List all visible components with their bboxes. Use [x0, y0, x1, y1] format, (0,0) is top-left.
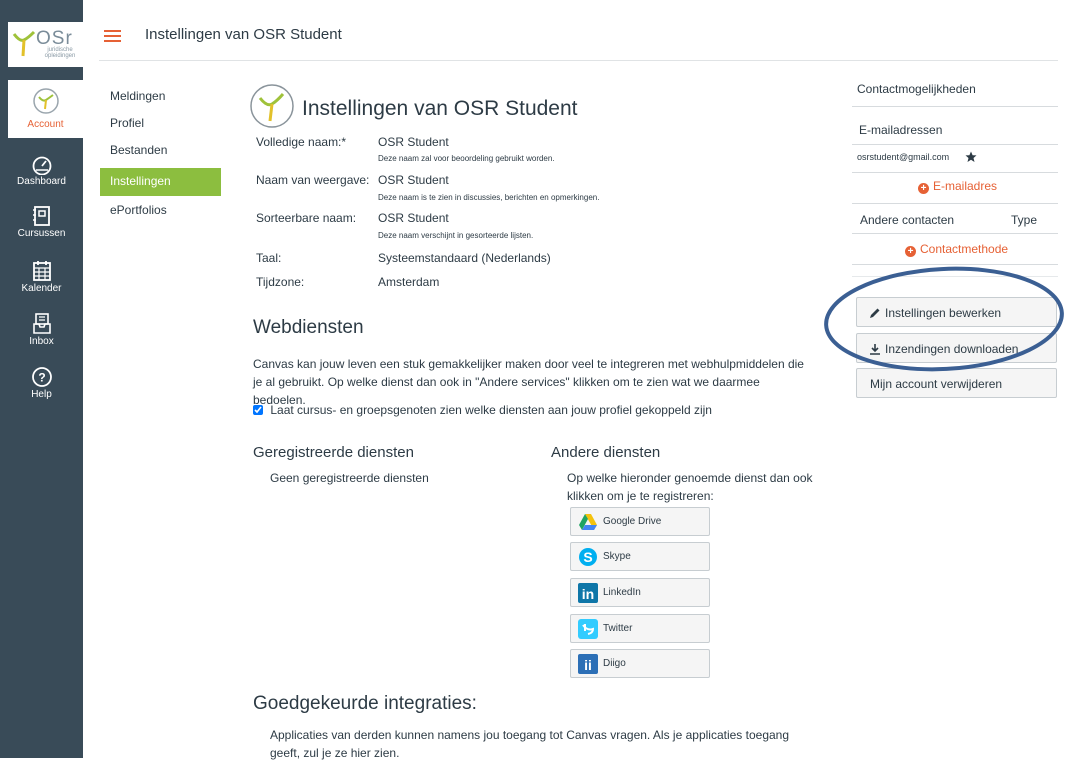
nav-courses-label: Cursussen: [17, 228, 66, 239]
display-name-label: Naam van weergave:: [256, 173, 370, 187]
nav-calendar[interactable]: Kalender: [0, 260, 83, 294]
registered-services-heading: Geregistreerde diensten: [253, 444, 414, 461]
email-address: osrstudent@gmail.com: [857, 152, 950, 162]
account-avatar-icon: [32, 88, 59, 114]
other-services-heading: Andere diensten: [551, 444, 661, 461]
courses-book-icon: [32, 206, 50, 226]
skype-label: Skype: [603, 551, 631, 562]
left-nav-bestanden[interactable]: Bestanden: [100, 140, 221, 167]
calendar-icon: [32, 261, 51, 281]
dashboard-gauge-icon: [32, 156, 51, 175]
diigo-button[interactable]: ii Diigo: [570, 649, 710, 678]
other-contacts-heading: Andere contacten: [860, 213, 955, 227]
show-services-checkbox-row[interactable]: Laat cursus- en groepsgenoten zien welke…: [253, 403, 712, 417]
display-name-help: Deze naam is te zien in discussies, beri…: [378, 193, 600, 202]
left-nav-eportfolios[interactable]: ePortfolios: [100, 200, 221, 227]
language-value: Systeemstandaard (Nederlands): [378, 251, 551, 265]
other-services-intro: Op welke hieronder genoemde dienst dan o…: [567, 471, 813, 503]
other-contacts-header-divider: [852, 233, 1058, 234]
full-name-label: Volledige naam:*: [256, 135, 347, 149]
add-contact-method-link[interactable]: + Contactmethode: [905, 242, 1008, 257]
sortable-name-value: OSR Student: [378, 211, 449, 225]
linkedin-label: LinkedIn: [603, 587, 641, 598]
diigo-label: Diigo: [603, 658, 626, 669]
show-services-checkbox[interactable]: [253, 405, 263, 415]
display-name-value: OSR Student: [378, 173, 449, 187]
profile-navigation: Meldingen Profiel Bestanden Instellingen…: [100, 86, 221, 227]
twitter-icon: [578, 619, 598, 639]
add-contact-plus-icon: +: [905, 246, 916, 257]
nav-inbox-label: Inbox: [29, 336, 54, 347]
profile-avatar-icon[interactable]: [249, 83, 295, 129]
web-services-heading: Webdiensten: [253, 317, 364, 338]
left-nav-instellingen[interactable]: Instellingen: [100, 168, 221, 196]
email-add-divider: [852, 172, 1058, 173]
email-addresses-heading: E-mailadressen: [859, 123, 943, 137]
svg-text:in: in: [582, 586, 594, 602]
nav-help[interactable]: ? Help: [0, 366, 83, 400]
nav-inbox[interactable]: Inbox: [0, 313, 83, 347]
header-divider: [99, 60, 1058, 61]
registered-services-empty: Geen geregistreerde diensten: [270, 471, 429, 485]
full-name-value: OSR Student: [378, 135, 449, 149]
delete-account-label: Mijn account verwijderen: [870, 377, 1003, 391]
add-email-label: E-mailadres: [933, 179, 998, 193]
osr-logo[interactable]: OSr juridische opleidingen: [8, 22, 83, 67]
skype-icon: S: [579, 548, 597, 566]
linkedin-button[interactable]: in LinkedIn: [570, 578, 710, 607]
highlight-ellipse-annotation: [824, 266, 1064, 372]
logo-subtext: juridische opleidingen: [44, 47, 76, 59]
other-contacts-divider: [852, 203, 1058, 204]
full-name-help: Deze naam zal voor beoordeling gebruikt …: [378, 154, 555, 163]
svg-text:?: ?: [38, 371, 45, 385]
svg-text:ii: ii: [584, 657, 592, 673]
web-services-description: Canvas kan jouw leven een stuk gemakkeli…: [253, 357, 804, 407]
nav-help-label: Help: [31, 389, 52, 400]
skype-button[interactable]: S Skype: [570, 542, 710, 571]
nav-account-label: Account: [27, 119, 64, 130]
twitter-label: Twitter: [603, 623, 633, 634]
contact-type-heading: Type: [1011, 213, 1038, 227]
nav-calendar-label: Kalender: [21, 283, 62, 294]
help-icon: ?: [31, 367, 52, 387]
left-nav-profiel[interactable]: Profiel: [100, 113, 221, 140]
contact-options-heading: Contactmogelijkheden: [857, 82, 976, 96]
profile-title: Instellingen van OSR Student: [302, 97, 578, 120]
contact-divider: [852, 106, 1058, 107]
global-navigation: OSr juridische opleidingen Account Dashb…: [0, 0, 83, 758]
sortable-name-label: Sorteerbare naam:: [256, 211, 357, 225]
twitter-button[interactable]: Twitter: [570, 614, 710, 643]
google-drive-button[interactable]: Google Drive: [570, 507, 710, 536]
show-services-checkbox-label: Laat cursus- en groepsgenoten zien welke…: [270, 403, 712, 417]
nav-dashboard[interactable]: Dashboard: [0, 155, 83, 187]
logo-mark-icon: [12, 30, 36, 57]
google-drive-icon: [579, 514, 597, 530]
timezone-label: Tijdzone:: [256, 275, 305, 289]
page-breadcrumb-title: Instellingen van OSR Student: [145, 26, 342, 43]
nav-courses[interactable]: Cursussen: [0, 205, 83, 239]
add-email-link[interactable]: + E-mailadres: [918, 179, 997, 194]
sortable-name-help: Deze naam verschijnt in gesorteerde lijs…: [378, 231, 534, 240]
timezone-value: Amsterdam: [378, 275, 440, 289]
add-email-plus-icon: +: [918, 183, 929, 194]
inbox-icon: [32, 313, 51, 334]
email-divider: [852, 144, 1058, 145]
diigo-icon: ii: [578, 654, 598, 674]
linkedin-icon: in: [578, 583, 598, 603]
add-contact-method-label: Contactmethode: [920, 242, 1009, 256]
integrations-description: Applicaties van derden kunnen namens jou…: [270, 728, 790, 760]
language-label: Taal:: [256, 251, 282, 265]
svg-text:S: S: [583, 549, 592, 565]
integrations-heading: Goedgekeurde integraties:: [253, 693, 477, 714]
nav-dashboard-label: Dashboard: [17, 176, 66, 187]
nav-account[interactable]: Account: [8, 80, 83, 138]
default-email-star-icon[interactable]: [965, 151, 977, 163]
google-drive-label: Google Drive: [603, 516, 662, 527]
left-nav-meldingen[interactable]: Meldingen: [100, 86, 221, 113]
hamburger-menu-icon[interactable]: [104, 30, 121, 42]
